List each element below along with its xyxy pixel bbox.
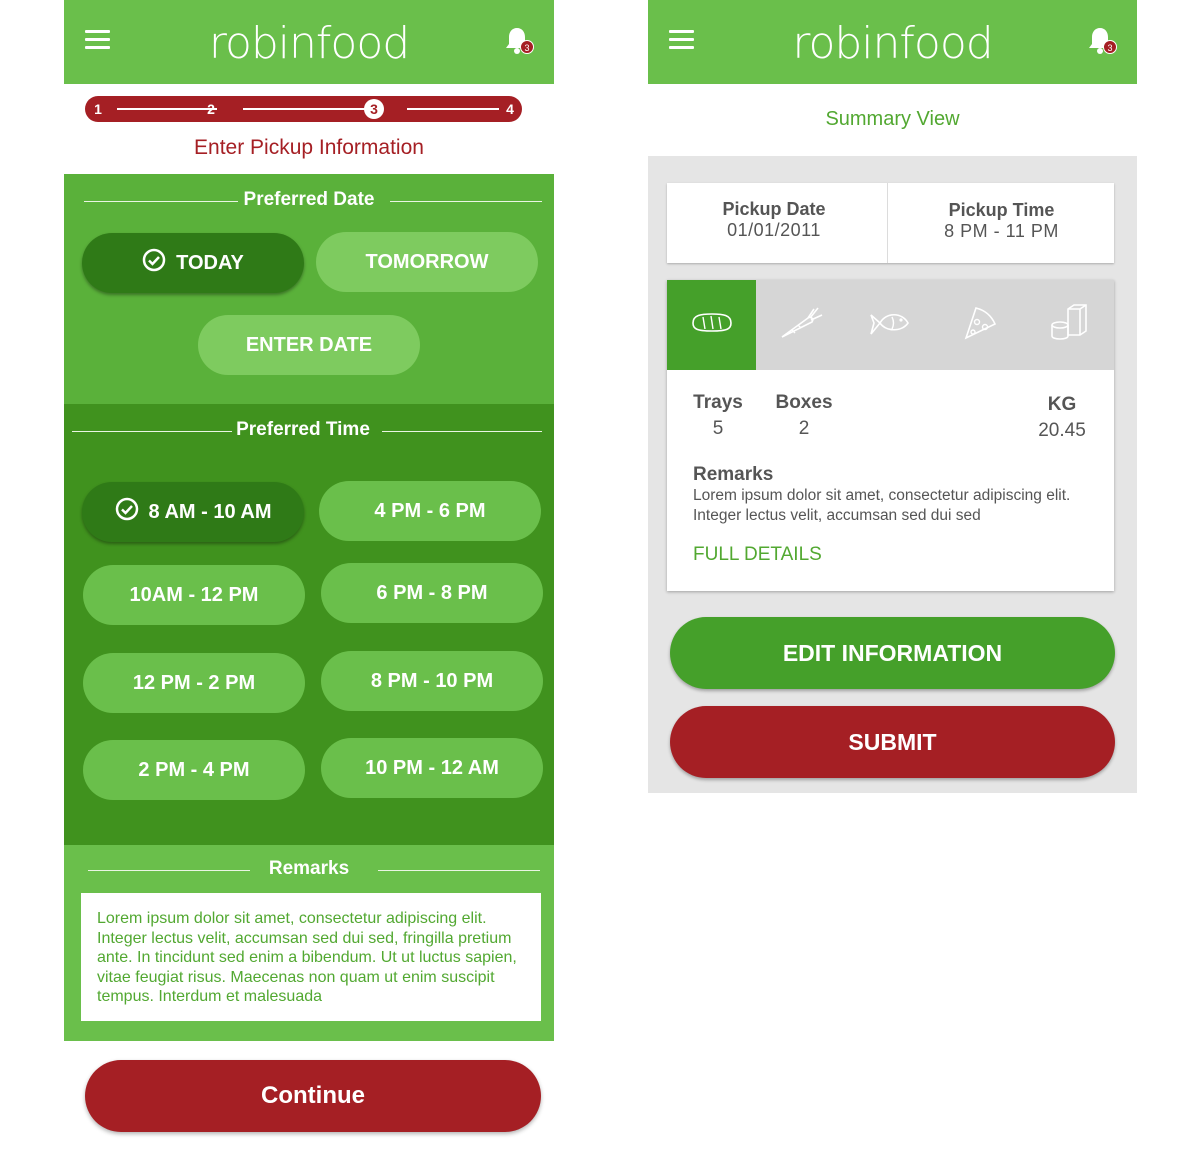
divider	[382, 431, 542, 432]
time-slot-button[interactable]: 6 PM - 8 PM	[321, 563, 543, 623]
check-circle-icon	[142, 248, 166, 278]
page-title: Enter Pickup Information	[194, 136, 424, 159]
app-bar: robinfood 3	[64, 0, 554, 84]
date-today-label: TODAY	[176, 251, 244, 274]
date-today-button[interactable]: TODAY	[82, 233, 304, 293]
remarks-label: Remarks	[268, 858, 350, 879]
edit-information-button[interactable]: EDIT INFORMATION	[670, 617, 1115, 689]
food-detail-card: Trays 5 Boxes 2 KG 20.45 Remarks Lorem i…	[667, 280, 1114, 591]
food-category-tabs	[667, 280, 1114, 370]
preferred-time-header: Preferred Time	[64, 419, 554, 441]
continue-button[interactable]: Continue	[85, 1060, 541, 1132]
summary-content: Pickup Date 01/01/2011 Pickup Time 8 PM …	[648, 156, 1137, 793]
preferred-date-panel: Preferred Date TODAY TOMORROW ENTER DATE	[64, 174, 554, 404]
kg-value: 20.45	[1038, 420, 1086, 441]
time-slot-label: 6 PM - 8 PM	[376, 581, 488, 604]
kg-label: KG	[1047, 394, 1077, 415]
time-slot-button[interactable]: 2 PM - 4 PM	[83, 740, 305, 800]
divider	[88, 870, 250, 871]
progress-line	[243, 108, 381, 110]
time-slot-label: 12 PM - 2 PM	[132, 671, 256, 694]
pickup-date-value: 01/01/2011	[727, 220, 821, 240]
app-logo: robinfood	[208, 18, 410, 69]
app-bar: robinfood 3	[648, 0, 1137, 84]
time-slot-button[interactable]: 8 AM - 10 AM	[82, 482, 304, 542]
progress-step-4: 4	[506, 101, 514, 117]
divider	[390, 201, 542, 202]
progress-step-3: 3	[364, 99, 384, 119]
tab-bread[interactable]	[667, 280, 757, 370]
date-tomorrow-button[interactable]: TOMORROW	[316, 232, 538, 292]
pickup-time-value: 8 PM - 11 PM	[944, 221, 1059, 241]
time-slot-button[interactable]: 10 PM - 12 AM	[321, 738, 543, 798]
trays-value: 5	[712, 418, 724, 439]
step-progress-bar: 1 2 3 4	[85, 96, 522, 122]
time-slot-label: 2 PM - 4 PM	[138, 758, 250, 781]
check-circle-icon	[115, 497, 139, 527]
remarks-header: Remarks	[64, 858, 554, 880]
notification-bell-icon[interactable]: 3	[504, 26, 534, 58]
notification-badge: 3	[520, 40, 534, 54]
tab-fish[interactable]	[846, 280, 935, 370]
progress-step-2: 2	[207, 101, 215, 117]
enter-date-label: ENTER DATE	[245, 333, 373, 356]
remarks-text: Lorem ipsum dolor sit amet, consectetur …	[693, 487, 1071, 524]
tab-vegetables[interactable]	[756, 280, 845, 370]
fish-icon	[868, 308, 912, 343]
progress-line	[407, 108, 499, 110]
summary-screen: robinfood 3 Summary View Pickup Date 01/…	[648, 0, 1137, 800]
full-details-link[interactable]: FULL DETAILS	[693, 544, 822, 566]
pickup-time-label: Pickup Time	[948, 200, 1055, 220]
divider	[84, 201, 238, 202]
divider	[72, 431, 232, 432]
page-title: Summary View	[825, 108, 960, 130]
time-slot-label: 10AM - 12 PM	[129, 583, 259, 606]
notification-bell-icon[interactable]: 3	[1087, 26, 1117, 58]
submit-button[interactable]: SUBMIT	[670, 706, 1115, 778]
bread-icon	[687, 311, 737, 340]
time-slot-button[interactable]: 10AM - 12 PM	[83, 565, 305, 625]
time-slot-button[interactable]: 12 PM - 2 PM	[83, 653, 305, 713]
preferred-date-header: Preferred Date	[64, 189, 554, 211]
boxes-label: Boxes	[775, 392, 833, 413]
pickup-date: Pickup Date 01/01/2011	[667, 183, 881, 263]
notification-badge: 3	[1103, 40, 1117, 54]
cans-icon	[1048, 303, 1090, 348]
progress-step-1: 1	[94, 101, 102, 117]
enter-date-button[interactable]: ENTER DATE	[198, 315, 420, 375]
trays-metric: Trays 5	[689, 392, 747, 440]
divider	[887, 183, 888, 263]
trays-label: Trays	[693, 392, 743, 413]
remarks-panel: Remarks Lorem ipsum dolor sit amet, cons…	[64, 845, 554, 1041]
time-slot-button[interactable]: 8 PM - 10 PM	[321, 651, 543, 711]
time-slot-label: 10 PM - 12 AM	[365, 756, 499, 779]
time-slot-label: 8 AM - 10 AM	[148, 500, 272, 523]
time-slot-label: 4 PM - 6 PM	[374, 499, 486, 522]
remarks-label: Remarks	[693, 464, 774, 485]
tab-packaged[interactable]	[1025, 280, 1114, 370]
preferred-date-label: Preferred Date	[243, 189, 375, 210]
pizza-icon	[960, 305, 1000, 346]
kg-metric: KG 20.45	[1031, 394, 1093, 442]
boxes-metric: Boxes 2	[773, 392, 835, 440]
preferred-time-label: Preferred Time	[236, 419, 370, 440]
pickup-date-label: Pickup Date	[722, 199, 826, 219]
date-tomorrow-label: TOMORROW	[365, 250, 489, 273]
time-slot-label: 8 PM - 10 PM	[370, 669, 494, 692]
tab-pizza[interactable]	[935, 280, 1024, 370]
pickup-info-screen: robinfood 3 1 2 3 4 Enter Pickup Informa…	[64, 0, 554, 1140]
boxes-value: 2	[798, 418, 810, 439]
pickup-card: Pickup Date 01/01/2011 Pickup Time 8 PM …	[667, 183, 1114, 263]
divider	[378, 870, 540, 871]
carrot-icon	[778, 306, 824, 345]
time-slot-button[interactable]: 4 PM - 6 PM	[319, 481, 541, 541]
preferred-time-panel: Preferred Time 8 AM - 10 AM 4 PM - 6 PM …	[64, 404, 554, 845]
app-logo: robinfood	[792, 18, 993, 69]
remarks-textarea[interactable]: Lorem ipsum dolor sit amet, consectetur …	[81, 893, 541, 1021]
pickup-time: Pickup Time 8 PM - 11 PM	[889, 183, 1114, 263]
